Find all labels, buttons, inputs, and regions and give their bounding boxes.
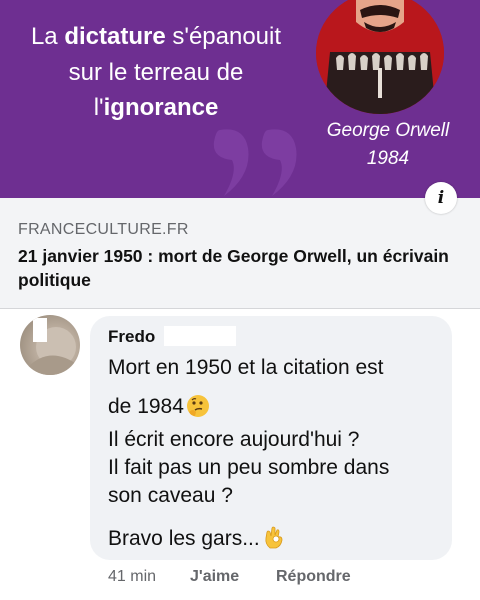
- quote-emphasis: ignorance: [103, 94, 219, 121]
- quote-line-3: l'ignorance: [6, 91, 306, 125]
- avatar[interactable]: [20, 315, 80, 375]
- link-title[interactable]: 21 janvier 1950 : mort de George Orwell,…: [18, 244, 468, 292]
- portrait-illustration: [316, 0, 444, 114]
- redaction-mask: [164, 326, 236, 346]
- info-icon-glyph: i: [437, 188, 445, 208]
- comment-text: Bravo les gars...: [108, 527, 260, 550]
- quote-text: s'épanouit: [165, 23, 282, 50]
- link-domain: FRANCECULTURE.FR: [18, 221, 189, 238]
- comment-text: de 1984: [108, 395, 184, 418]
- comment-text-line: Il fait pas un peu sombre dans: [108, 456, 390, 479]
- quote-banner: La dictature s'épanouit sur le terreau d…: [0, 0, 480, 198]
- comment-text-line: de 1984: [108, 394, 210, 424]
- quote-line-2: sur le terreau de: [68, 59, 244, 86]
- closing-quote-icon: [213, 129, 297, 196]
- link-preview-card[interactable]: FRANCECULTURE.FR 21 janvier 1950 : mort …: [0, 198, 480, 309]
- thinking-face-icon: [186, 394, 210, 424]
- comment-text-line: Il écrit encore aujourd'hui ?: [108, 428, 360, 451]
- quote-line-1: La dictature s'épanouit: [6, 20, 306, 54]
- quote-author: George Orwell: [326, 120, 450, 141]
- quote-text: La: [30, 23, 65, 50]
- quote-emphasis: dictature: [64, 23, 166, 50]
- info-icon[interactable]: i: [425, 182, 457, 214]
- avatar-photo: [28, 327, 78, 375]
- quote-text: l': [93, 94, 104, 121]
- orwell-portrait: [316, 0, 444, 114]
- ok-hand-icon: [262, 524, 286, 556]
- comment-text-line: son caveau ?: [108, 484, 233, 507]
- comment-author[interactable]: Fredo: [108, 327, 155, 347]
- comment-timestamp: 41 min: [108, 568, 157, 585]
- comment-text-line: Mort en 1950 et la citation est: [108, 356, 384, 379]
- reply-button[interactable]: Répondre: [276, 568, 351, 586]
- quote-year: 1984: [366, 148, 410, 169]
- redaction-mask: [33, 318, 47, 342]
- like-button[interactable]: J'aime: [190, 568, 239, 586]
- comment-text-line: Bravo les gars...: [108, 524, 286, 556]
- quote-mark-decoration: [60, 0, 140, 10]
- comment-bubble: Fredo Mort en 1950 et la citation est de…: [90, 316, 452, 560]
